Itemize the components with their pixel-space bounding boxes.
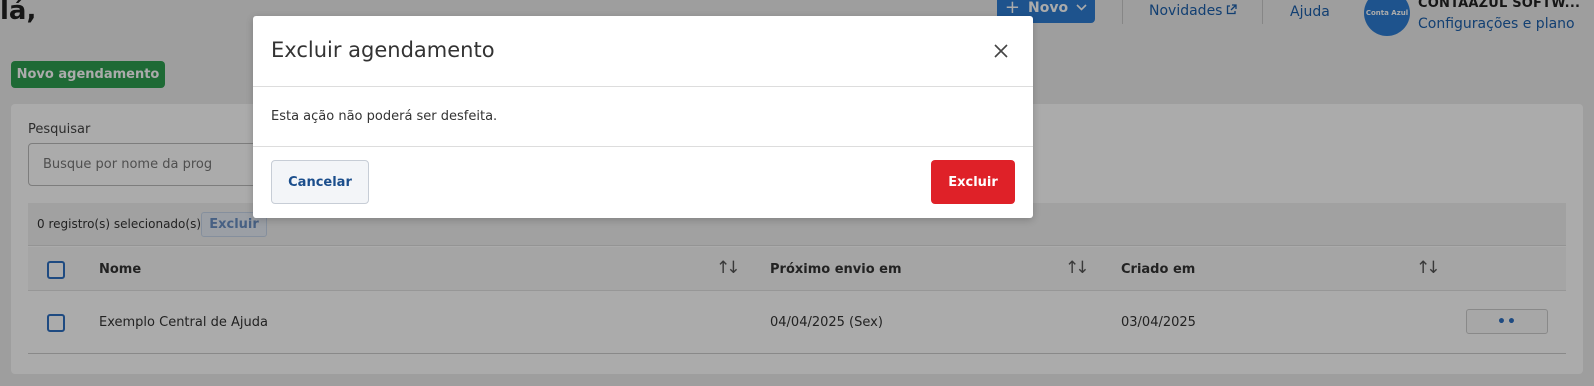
modal-divider [253, 86, 1033, 87]
confirm-delete-button[interactable]: Excluir [931, 160, 1015, 204]
close-icon[interactable] [991, 41, 1011, 61]
modal-divider [253, 146, 1033, 147]
cancel-button[interactable]: Cancelar [271, 160, 369, 204]
delete-modal: Excluir agendamento Esta ação não poderá… [253, 16, 1033, 218]
modal-title: Excluir agendamento [271, 38, 495, 62]
modal-message: Esta ação não poderá ser desfeita. [271, 109, 498, 124]
